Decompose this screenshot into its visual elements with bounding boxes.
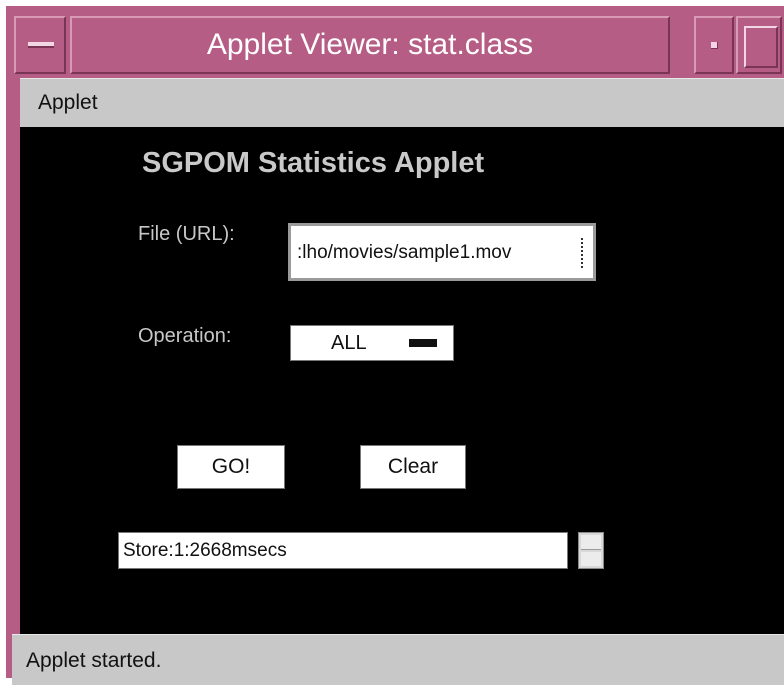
result-list[interactable]: Store:1:2668msecs <box>118 532 568 569</box>
window-title[interactable]: Applet Viewer: stat.class <box>70 16 670 74</box>
clear-button[interactable]: Clear <box>360 445 466 489</box>
maximize-button[interactable] <box>736 16 782 74</box>
go-button[interactable]: GO! <box>177 445 285 489</box>
file-url-input[interactable]: :lho/movies/sample1.mov <box>288 223 596 281</box>
operation-label: Operation: <box>138 325 232 347</box>
window-menu-button[interactable] <box>14 16 66 74</box>
file-url-value: :lho/movies/sample1.mov <box>297 242 512 263</box>
menu-bar: Applet <box>20 78 784 128</box>
menu-applet[interactable]: Applet <box>38 91 98 115</box>
status-bar: Applet started. <box>12 634 784 685</box>
minimize-icon <box>711 42 718 49</box>
maximize-icon <box>744 26 778 68</box>
operation-selected-value: ALL <box>331 332 367 354</box>
text-cursor-icon <box>581 238 585 268</box>
dropdown-indicator-icon <box>409 339 437 347</box>
file-url-label: File (URL): <box>138 223 235 245</box>
scroll-down-arrow[interactable] <box>581 552 601 566</box>
operation-select[interactable]: ALL <box>290 325 454 361</box>
status-message: Applet started. <box>26 649 162 672</box>
window-menu-icon <box>28 42 54 48</box>
applet-panel: SGPOM Statistics Applet File (URL): :lho… <box>20 127 784 634</box>
minimize-button[interactable] <box>694 16 734 74</box>
result-scrollbar[interactable] <box>578 532 604 569</box>
applet-heading: SGPOM Statistics Applet <box>142 147 485 179</box>
scroll-up-arrow[interactable] <box>581 535 601 550</box>
result-list-item: Store:1:2668msecs <box>123 540 287 561</box>
